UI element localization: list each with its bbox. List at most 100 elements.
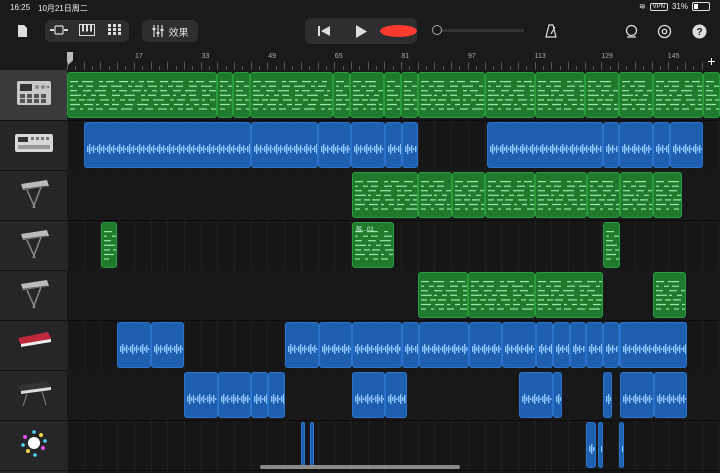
track-header[interactable]: [0, 220, 67, 271]
midi-region[interactable]: [418, 72, 485, 118]
audio-region[interactable]: [553, 372, 562, 418]
audio-region[interactable]: [653, 122, 670, 168]
help-button[interactable]: ?: [688, 20, 710, 42]
audio-region[interactable]: [419, 322, 469, 368]
audio-region[interactable]: [670, 122, 703, 168]
midi-region[interactable]: [452, 172, 485, 218]
midi-region[interactable]: [585, 72, 619, 118]
midi-region[interactable]: [401, 72, 418, 118]
track-header[interactable]: [0, 70, 67, 121]
audio-region[interactable]: [570, 322, 586, 368]
audio-region[interactable]: [620, 322, 687, 368]
midi-region[interactable]: [535, 72, 585, 118]
audio-region[interactable]: [620, 372, 654, 418]
audio-region[interactable]: [151, 322, 184, 368]
audio-region[interactable]: [654, 372, 687, 418]
audio-region[interactable]: [586, 322, 603, 368]
midi-region[interactable]: [101, 222, 117, 268]
track-lane[interactable]: [67, 320, 720, 371]
tracks-view-button[interactable]: [45, 24, 73, 38]
timeline-ruler[interactable]: 17 33 49 65 81 97 113 129 145: [67, 52, 720, 71]
audio-region[interactable]: [84, 122, 251, 168]
midi-region[interactable]: [535, 272, 603, 318]
record-button[interactable]: [379, 18, 417, 44]
audio-region[interactable]: [402, 322, 419, 368]
midi-region[interactable]: [384, 72, 401, 118]
track-lane[interactable]: [67, 120, 720, 171]
audio-region[interactable]: [385, 122, 402, 168]
midi-region[interactable]: [250, 72, 333, 118]
metronome-button[interactable]: [540, 20, 562, 42]
midi-region[interactable]: [233, 72, 250, 118]
audio-region[interactable]: [251, 122, 318, 168]
grid-view-button[interactable]: [101, 23, 129, 39]
audio-region[interactable]: [603, 372, 612, 418]
audio-region[interactable]: [352, 322, 402, 368]
track-header[interactable]: [0, 170, 67, 221]
track-header[interactable]: [0, 420, 67, 471]
go-to-beginning-button[interactable]: [305, 18, 342, 44]
audio-region[interactable]: [586, 422, 596, 468]
audio-region[interactable]: [519, 372, 553, 418]
track-lane[interactable]: 层...01: [67, 220, 720, 271]
audio-region[interactable]: [319, 322, 352, 368]
midi-region[interactable]: [485, 72, 535, 118]
midi-region[interactable]: [350, 72, 384, 118]
audio-region[interactable]: [402, 122, 418, 168]
audio-region[interactable]: [301, 422, 305, 468]
audio-region[interactable]: [218, 372, 251, 418]
midi-region[interactable]: [653, 172, 682, 218]
audio-region[interactable]: [603, 122, 619, 168]
audio-region[interactable]: [318, 122, 351, 168]
audio-region[interactable]: [285, 322, 319, 368]
audio-region[interactable]: [619, 422, 624, 468]
midi-region[interactable]: [703, 72, 720, 118]
audio-region[interactable]: [487, 122, 603, 168]
play-button[interactable]: [342, 18, 379, 44]
midi-region[interactable]: [418, 272, 468, 318]
midi-region[interactable]: [603, 222, 620, 268]
master-volume-slider[interactable]: [432, 25, 524, 35]
audio-region[interactable]: [117, 322, 151, 368]
audio-region[interactable]: [536, 322, 553, 368]
midi-region[interactable]: [217, 72, 233, 118]
midi-region[interactable]: [587, 172, 620, 218]
midi-region[interactable]: [653, 272, 686, 318]
keyboard-view-button[interactable]: [73, 23, 101, 39]
midi-region[interactable]: [468, 272, 535, 318]
track-lane[interactable]: [67, 420, 720, 471]
audio-region[interactable]: [603, 322, 619, 368]
add-section-button[interactable]: +: [703, 52, 720, 70]
midi-region[interactable]: 层...01: [352, 222, 394, 268]
audio-region[interactable]: [268, 372, 285, 418]
audio-region[interactable]: [502, 322, 536, 368]
track-header[interactable]: [0, 370, 67, 421]
settings-button[interactable]: [653, 20, 675, 42]
audio-region[interactable]: [352, 372, 385, 418]
track-header[interactable]: [0, 320, 67, 371]
audio-region[interactable]: [619, 122, 653, 168]
track-header[interactable]: [0, 120, 67, 171]
midi-region[interactable]: [333, 72, 350, 118]
midi-region[interactable]: [485, 172, 535, 218]
audio-region[interactable]: [469, 322, 502, 368]
track-lane[interactable]: [67, 270, 720, 321]
midi-region[interactable]: [619, 72, 653, 118]
my-songs-button[interactable]: [12, 20, 32, 42]
midi-region[interactable]: [352, 172, 418, 218]
midi-region[interactable]: [620, 172, 653, 218]
audio-region[interactable]: [251, 372, 268, 418]
loop-browser-button[interactable]: [620, 20, 642, 42]
midi-region[interactable]: [535, 172, 587, 218]
track-lane[interactable]: [67, 370, 720, 421]
track-header[interactable]: [0, 270, 67, 321]
audio-region[interactable]: [598, 422, 603, 468]
audio-region[interactable]: [351, 122, 385, 168]
audio-region[interactable]: [310, 422, 314, 468]
audio-region[interactable]: [184, 372, 218, 418]
audio-region[interactable]: [385, 372, 407, 418]
track-lane[interactable]: [67, 170, 720, 221]
volume-knob[interactable]: [432, 25, 442, 35]
effects-button[interactable]: 效果: [142, 20, 198, 42]
midi-region[interactable]: [653, 72, 703, 118]
